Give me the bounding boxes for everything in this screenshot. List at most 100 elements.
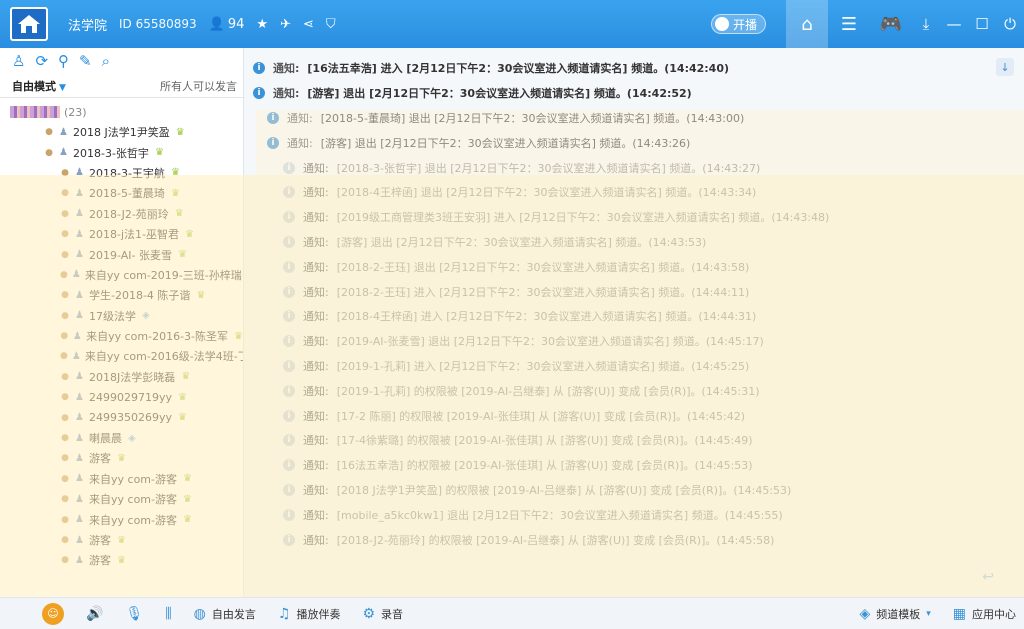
user-role-icon: ♟ <box>75 493 84 505</box>
start-broadcast-button[interactable]: 开播 <box>710 14 766 34</box>
user-row[interactable]: ● ♟ 游客 ♛ <box>0 550 243 570</box>
user-row[interactable]: ● ♟ 游客 ♛ <box>0 448 243 468</box>
share-icon[interactable]: ⋖ <box>303 17 314 32</box>
user-row[interactable]: ● ♟ 2019-AI- 张麦雪 ♛ <box>0 244 243 264</box>
user-row[interactable]: ● ♟ 2499029719yy ♛ <box>0 387 243 407</box>
user-name: 2019-AI- 张麦雪 <box>89 248 172 262</box>
user-row[interactable]: ●♟来自yy com-2016级-法学4班-丁梓♛ <box>0 346 243 366</box>
channel-logo <box>6 4 52 44</box>
user-row[interactable]: ● ♟ 学生-2018-4 陈子谐 ♛ <box>0 285 243 305</box>
info-icon: i <box>283 459 295 472</box>
download-icon[interactable]: ⤓ <box>912 0 940 48</box>
speaker-button[interactable]: 🔊 <box>86 606 103 622</box>
info-icon: i <box>283 260 295 273</box>
mic-button[interactable]: 🎙 <box>125 606 143 622</box>
minimize-icon[interactable]: — <box>940 0 968 48</box>
home-nav-icon[interactable]: ⌂ <box>786 0 828 48</box>
gamepad-nav-icon[interactable]: 🎮 <box>870 0 912 48</box>
mic-status-icon: ● <box>60 269 68 280</box>
refresh-icon[interactable]: ⟳ <box>35 52 48 70</box>
equalizer-button[interactable]: ⫼ <box>165 606 171 622</box>
plane-icon[interactable]: ✈ <box>280 17 291 32</box>
mic-status-icon: ● <box>61 249 69 260</box>
notice-message: i 通知: [16法五幸浩] 进入 [2月12日下午2：30会议室进入频道请实名] … <box>245 56 1024 81</box>
search-icon[interactable]: ⌕ <box>102 52 110 70</box>
members-icon[interactable]: ♙ <box>12 52 25 70</box>
member-badge-icon: ◈ <box>128 432 136 444</box>
free-speak-button[interactable]: ◍ 自由发言 <box>194 606 256 622</box>
notice-message: i 通知: [2019-1-孔莉] 进入 [2月12日下午2：30会议室进入频道请实… <box>245 354 1024 379</box>
favorite-star-icon[interactable]: ★ <box>256 17 268 32</box>
user-role-icon: ♟ <box>75 208 84 220</box>
user-name: 2018-3-王宇航 <box>89 166 165 180</box>
user-role-icon: ♟ <box>75 289 84 301</box>
user-row[interactable]: ● ♟ 2018J法学彭晓磊 ♛ <box>0 367 243 387</box>
play-music-button[interactable]: ♫ 播放伴奏 <box>278 606 341 622</box>
equalizer-icon: ⫼ <box>165 605 172 622</box>
user-name: 游客 <box>89 554 111 568</box>
vip-crown-icon: ♛ <box>177 249 187 261</box>
edit-icon[interactable]: ✎ <box>79 52 92 70</box>
notice-text: [2018-3-张哲宇] 退出 [2月12日下午2：30会议室进入频道请实名] … <box>336 161 761 175</box>
vip-crown-icon: ♛ <box>174 208 184 220</box>
notice-label: 通知: <box>303 533 329 547</box>
channel-group[interactable]: (23) <box>0 102 243 122</box>
user-row[interactable]: ● ♟ 来自yy com-游客 ♛ <box>0 509 243 529</box>
user-role-icon: ♟ <box>59 126 68 138</box>
globe-icon: ◍ <box>193 605 206 622</box>
record-button[interactable]: ⚙ 录音 <box>362 606 403 622</box>
user-row[interactable]: ● ♟ 2018 J法学1尹笑盈 ♛ <box>0 122 243 142</box>
info-icon: i <box>283 310 295 323</box>
notice-text: [2018-4王梓函] 退出 [2月12日下午2：30会议室进入频道请实名] 频… <box>336 186 757 200</box>
user-row[interactable]: ● ♟ 2018-3-张哲宇 ♛ <box>0 142 243 162</box>
user-row[interactable]: ● ♟ 喇晨晨 ◈ <box>0 428 243 448</box>
notice-text: [2018-2-王珏] 进入 [2月12日下午2：30会议室进入频道请实名] 频… <box>336 285 750 299</box>
mic-status-icon: ● <box>61 494 69 505</box>
app-center-button[interactable]: ▦ 应用中心 <box>953 606 1016 622</box>
shield-icon[interactable]: ⛉ <box>326 17 336 32</box>
notice-label: 通知: <box>303 508 329 522</box>
notice-label: 通知: <box>303 211 329 225</box>
user-row[interactable]: ● ♟ 来自yy com-游客 ♛ <box>0 469 243 489</box>
user-row[interactable]: ● ♟ 17级法学 ◈ <box>0 306 243 326</box>
online-count[interactable]: 👤 94 <box>209 17 245 32</box>
user-row[interactable]: ● ♟ 2018-3-王宇航 ♛ <box>0 163 243 183</box>
user-row[interactable]: ● ♟ 来自yy com-游客 ♛ <box>0 489 243 509</box>
user-role-icon: ♟ <box>75 391 84 403</box>
user-row[interactable]: ● ♟ 游客 ♛ <box>0 530 243 550</box>
vip-crown-icon: ♛ <box>117 554 126 566</box>
user-role-icon: ♟ <box>75 371 84 383</box>
notice-message: i 通知: [16法五幸浩] 的权限被 [2019-AI-张佳琪] 从 [游客(U)… <box>245 453 1024 478</box>
user-row[interactable]: ● ♟ 2018-J2-苑丽玲 ♛ <box>0 204 243 224</box>
notice-message: i 通知: [游客] 退出 [2月12日下午2：30会议室进入频道请实名] 频道。(… <box>245 81 1024 106</box>
notice-text: [2018-J2-苑丽玲] 的权限被 [2019-AI-吕继泰] 从 [游客(U… <box>336 533 775 547</box>
user-role-icon: ♟ <box>75 412 84 424</box>
notice-label: 通知: <box>303 434 329 448</box>
user-row[interactable]: ● ♟ 2018-5-董晨琦 ♛ <box>0 183 243 203</box>
channel-template-button[interactable]: ◈ 频道模板 ▾ <box>859 606 930 622</box>
location-icon[interactable]: ⚲ <box>58 52 69 70</box>
maximize-icon[interactable]: ☐ <box>968 0 996 48</box>
vip-crown-icon: ♛ <box>175 126 185 138</box>
mic-status-icon: ● <box>61 188 69 199</box>
close-power-icon[interactable]: ⏻ <box>996 0 1024 48</box>
user-row[interactable]: ● ♟ 来自yy com-2016-3-陈圣军 ♛ <box>0 326 243 346</box>
user-row[interactable]: ● ♟ 2018-j法1-巫智君 ♛ <box>0 224 243 244</box>
mode-select[interactable]: 自由模式 ▼ <box>12 78 66 94</box>
vip-crown-icon: ♛ <box>170 167 180 179</box>
user-name: 2018-J2-苑丽玲 <box>89 207 169 221</box>
user-list-panel: ♙ ⟳ ⚲ ✎ ⌕ 自由模式 ▼ 所有人可以发言 (23) ● ♟ 2018 J法学1… <box>0 48 244 597</box>
scroll-to-bottom-button[interactable]: ↓ <box>996 58 1014 76</box>
notice-text: [2019-1-孔莉] 的权限被 [2019-AI-吕继泰] 从 [游客(U)]… <box>336 384 760 398</box>
info-icon: i <box>267 136 279 149</box>
user-row[interactable]: ●♟来自yy com-2019-三班-孙梓瑞♛ <box>0 265 243 285</box>
emoji-face-icon[interactable]: ☺ <box>42 602 64 625</box>
notice-text: [16法五幸浩] 的权限被 [2019-AI-张佳琪] 从 [游客(U)] 变成… <box>336 459 753 473</box>
notice-message: i 通知: [2019-1-孔莉] 的权限被 [2019-AI-吕继泰] 从 [游客… <box>245 378 1024 403</box>
user-row[interactable]: ● ♟ 2499350269yy ♛ <box>0 407 243 427</box>
notice-label: 通知: <box>303 409 329 423</box>
notice-label: 通知: <box>303 186 329 200</box>
broadcast-dot-icon <box>714 17 729 31</box>
reply-icon[interactable]: ↩ <box>982 569 994 585</box>
list-nav-icon[interactable]: ☰ <box>828 0 870 48</box>
